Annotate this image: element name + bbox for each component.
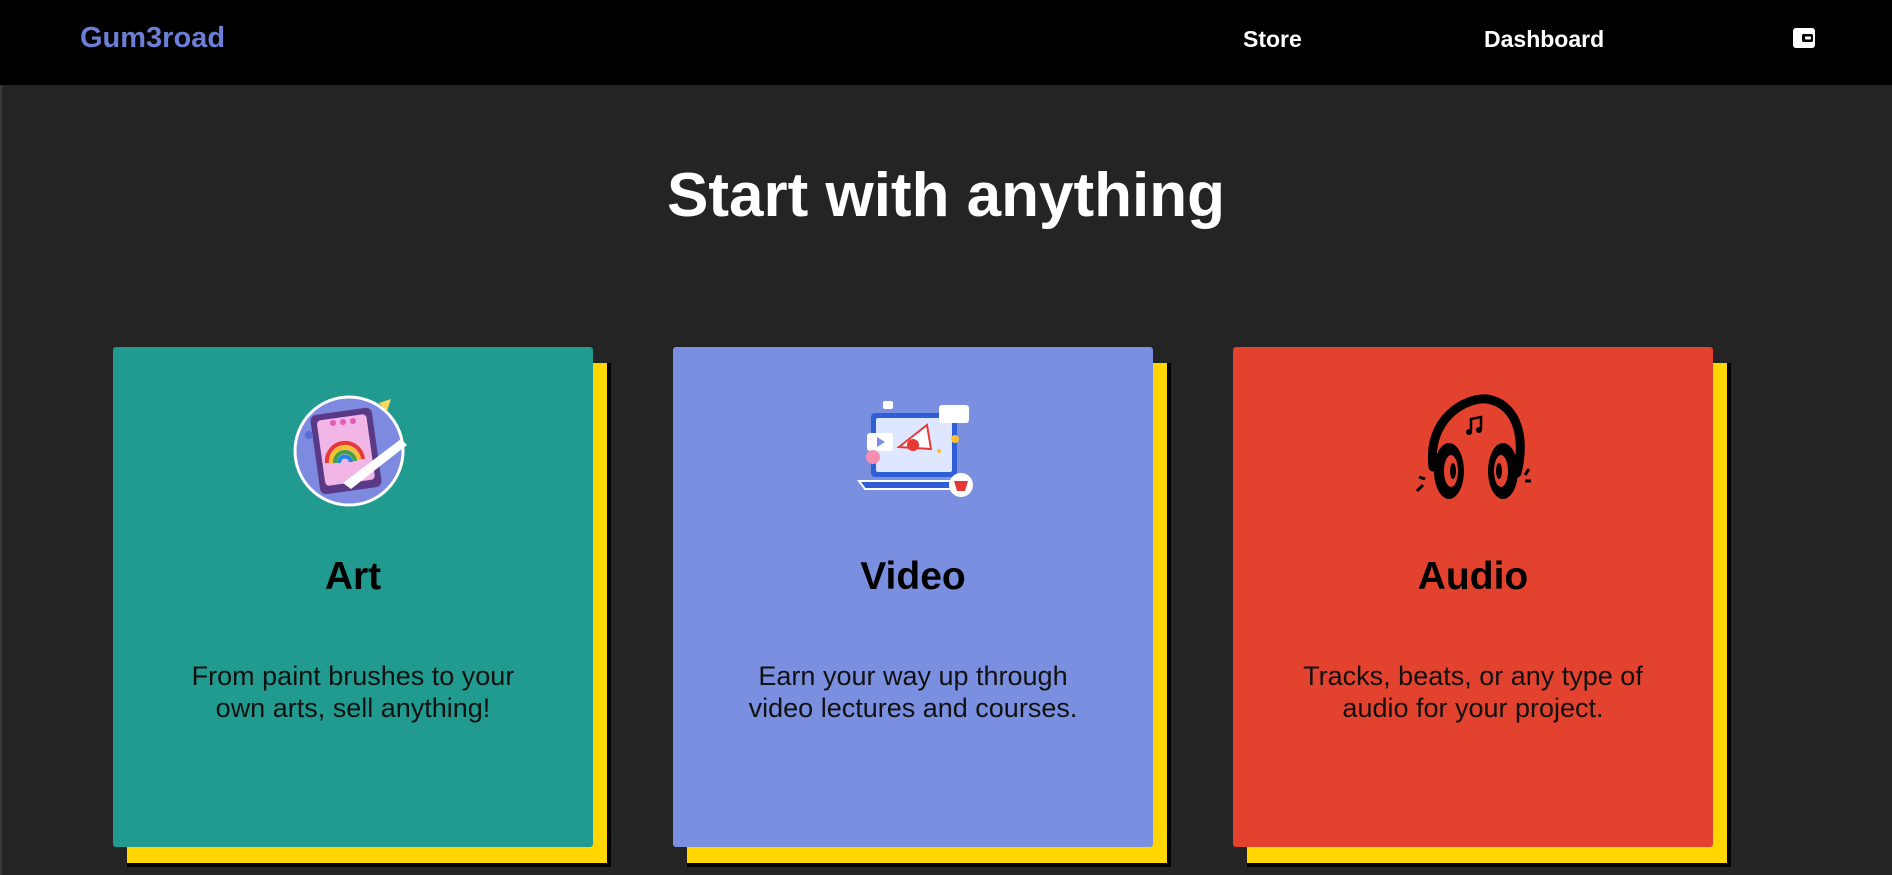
nav-dashboard-link[interactable]: Dashboard [1484,26,1604,53]
card-description: Tracks, beats, or any type of audio for … [1303,661,1643,723]
wallet-icon [1793,28,1815,48]
headphones-icon [1415,394,1531,499]
hero-title: Start with anything [667,161,1225,230]
category-card-video-wrap: Video Earn your way up through video lec… [673,347,1171,867]
category-card-video[interactable]: Video Earn your way up through video lec… [673,347,1153,847]
card-title: Video [860,555,966,598]
category-card-audio[interactable]: Audio Tracks, beats, or any type of audi… [1233,347,1713,847]
brand-logo-link[interactable]: Gum3road [80,22,225,55]
card-description: Earn your way up through video lectures … [748,661,1078,723]
top-navbar: Gum3road Store Dashboard [0,0,1892,85]
nav-store-link[interactable]: Store [1243,26,1302,53]
category-card-art-wrap: Art From paint brushes to your own arts,… [113,347,611,867]
card-title: Audio [1417,555,1529,598]
category-card-audio-wrap: Audio Tracks, beats, or any type of audi… [1233,347,1731,867]
category-card-art[interactable]: Art From paint brushes to your own arts,… [113,347,593,847]
card-description: From paint brushes to your own arts, sel… [191,661,515,723]
wallet-button[interactable] [1791,26,1817,50]
card-title: Art [324,555,382,598]
art-tablet-icon [293,395,407,507]
video-laptop-icon [857,401,973,497]
